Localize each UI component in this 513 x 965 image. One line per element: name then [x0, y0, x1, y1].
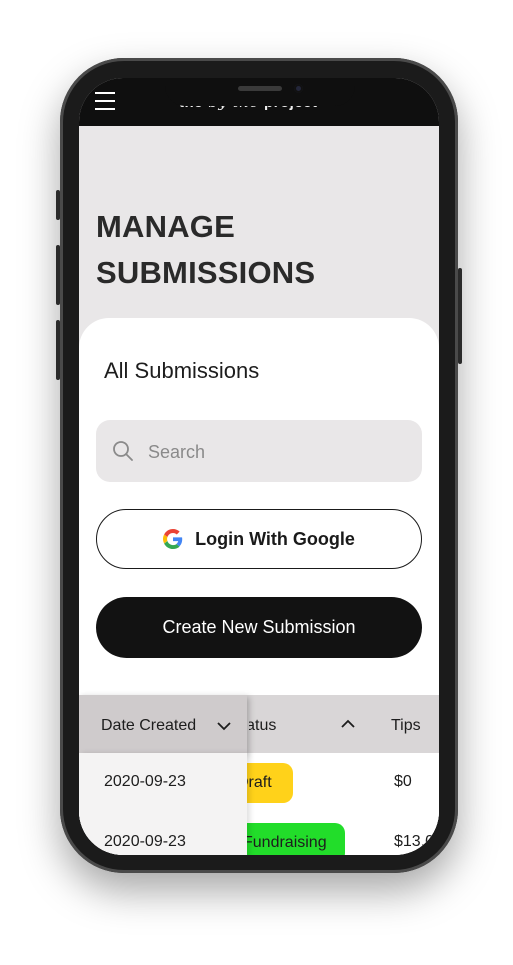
- front-camera: [294, 84, 303, 93]
- date-cell: 2020-09-23: [104, 773, 186, 790]
- search-input[interactable]: [146, 436, 400, 468]
- tips-cell: $0: [394, 773, 412, 790]
- create-new-submission-button[interactable]: Create New Submission: [96, 597, 422, 658]
- submissions-card: All Submissions Login With Google Create…: [79, 318, 439, 855]
- google-icon: [163, 529, 183, 549]
- phone-volume-up: [56, 245, 60, 305]
- speaker-grille: [238, 86, 282, 91]
- date-cell: 2020-09-23: [104, 833, 186, 850]
- section-title: All Submissions: [104, 358, 260, 383]
- login-with-google-button[interactable]: Login With Google: [96, 509, 422, 569]
- google-button-label: Login With Google: [195, 528, 355, 549]
- column-header-tips[interactable]: Tips: [391, 695, 421, 753]
- column-header-status[interactable]: Status: [249, 695, 309, 753]
- date-column: Date Created 2020-09-23 2020-09-23: [79, 695, 247, 855]
- search-bar[interactable]: [96, 420, 422, 482]
- search-icon: [113, 441, 133, 461]
- phone-volume-down: [56, 320, 60, 380]
- chevron-down-icon[interactable]: [217, 721, 231, 731]
- date-column-body: 2020-09-23 2020-09-23: [79, 753, 247, 855]
- submissions-table: Status Tips Draft $0 Fundraising $13,0: [79, 695, 439, 855]
- phone-power-button: [458, 268, 462, 364]
- chevron-up-icon[interactable]: [341, 719, 355, 729]
- column-header-date[interactable]: Date Created: [79, 695, 247, 753]
- page-title: MANAGE SUBMISSIONS: [96, 209, 316, 290]
- phone-mute-switch: [56, 190, 60, 220]
- hamburger-menu-icon[interactable]: [95, 92, 115, 110]
- tips-cell: $13,0: [394, 833, 435, 850]
- app-screen: the by the project MANAGE SUBMISSIONS Al…: [79, 78, 439, 855]
- device-notch: [165, 78, 355, 106]
